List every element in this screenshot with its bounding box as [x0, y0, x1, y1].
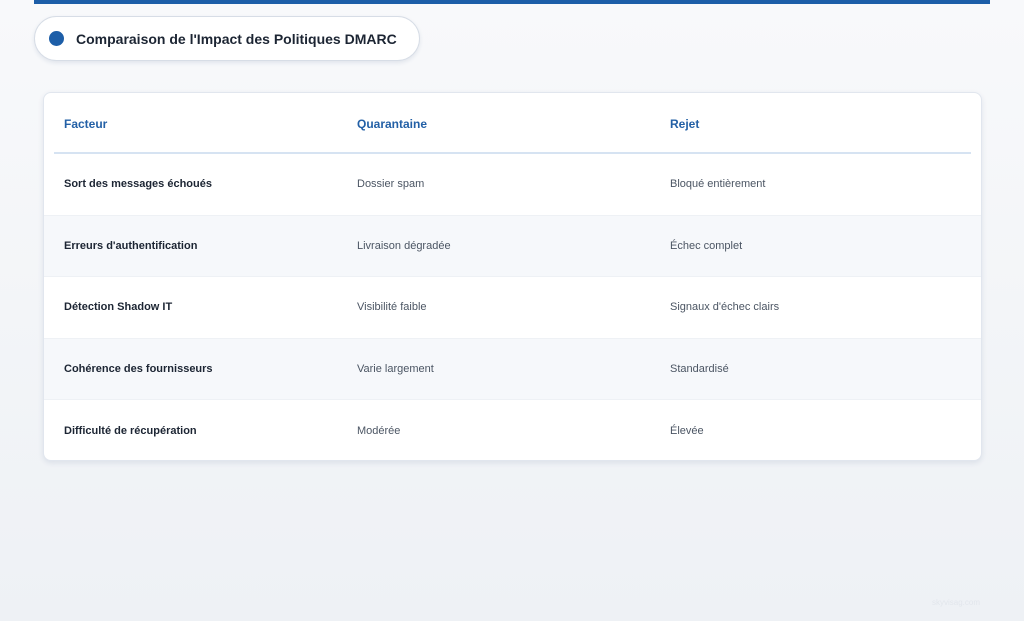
factor-cell: Difficulté de récupération — [64, 424, 197, 437]
header-facteur: Facteur — [64, 116, 108, 131]
top-accent-bar — [34, 0, 990, 4]
table-row: Cohérence des fournisseurs Varie largeme… — [44, 338, 981, 400]
quarantine-cell: Dossier spam — [357, 178, 425, 191]
factor-cell: Cohérence des fournisseurs — [64, 362, 213, 375]
table-header-row: Facteur Quarantaine Rejet — [44, 93, 981, 154]
factor-cell: Sort des messages échoués — [64, 178, 212, 191]
quarantine-cell: Varie largement — [357, 362, 434, 375]
reject-cell: Standardisé — [670, 362, 729, 375]
header-quarantaine: Quarantaine — [357, 116, 428, 131]
quarantine-cell: Modérée — [357, 424, 401, 437]
table-row: Sort des messages échoués Dossier spam B… — [44, 154, 981, 216]
reject-cell: Bloqué entièrement — [670, 178, 766, 191]
watermark: skyvisag.com — [931, 598, 980, 607]
reject-cell: Échec complet — [670, 239, 743, 252]
table-row: Détection Shadow IT Visibilité faible Si… — [44, 277, 981, 339]
table-row: Erreurs d'authentification Livraison dég… — [44, 215, 981, 277]
quarantine-cell: Visibilité faible — [357, 301, 427, 314]
table-row: Difficulté de récupération Modérée Élevé… — [44, 400, 981, 460]
bullet-dot-icon — [49, 31, 64, 46]
quarantine-cell: Livraison dégradée — [357, 239, 451, 252]
page-title-badge: Comparaison de l'Impact des Politiques D… — [34, 16, 420, 61]
factor-cell: Erreurs d'authentification — [64, 239, 198, 252]
factor-cell: Détection Shadow IT — [64, 301, 173, 314]
reject-cell: Signaux d'échec clairs — [670, 301, 780, 314]
reject-cell: Élevée — [670, 424, 704, 437]
comparison-table: Facteur Quarantaine Rejet Sort des messa… — [43, 92, 982, 461]
header-rejet: Rejet — [670, 116, 700, 131]
page-title: Comparaison de l'Impact des Politiques D… — [76, 30, 397, 47]
